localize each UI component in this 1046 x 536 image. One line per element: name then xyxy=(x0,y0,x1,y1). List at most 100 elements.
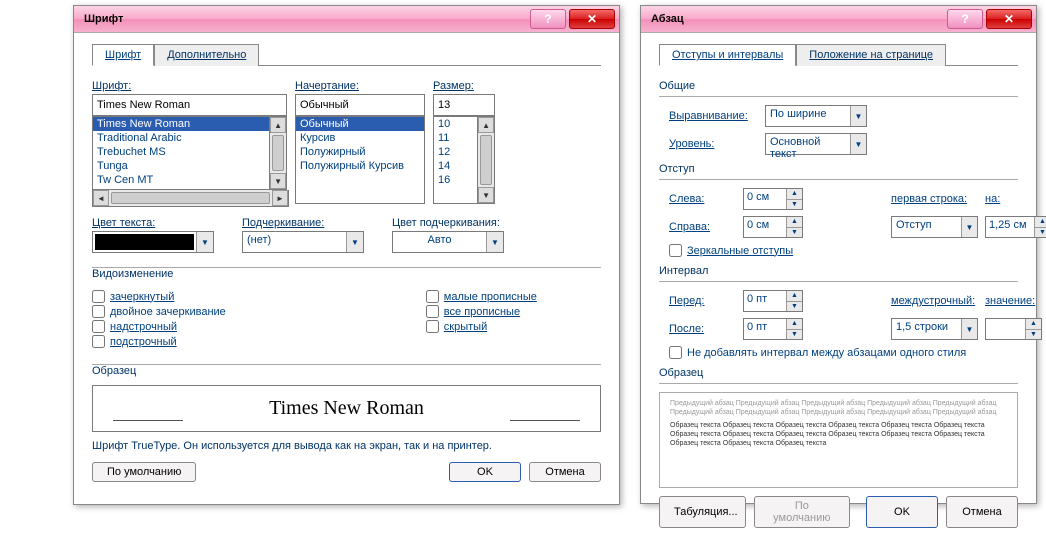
style-input[interactable] xyxy=(295,94,425,116)
no-space-same-style-checkbox[interactable] xyxy=(669,346,682,359)
underline-label: Подчеркивание: xyxy=(242,217,362,229)
superscript-label: надстрочный xyxy=(110,321,177,333)
all-caps-checkbox[interactable] xyxy=(426,305,439,318)
font-list[interactable]: Times New Roman Traditional Arabic Trebu… xyxy=(92,116,270,190)
tab-indents[interactable]: Отступы и интервалы xyxy=(659,44,796,66)
text-color-combo[interactable]: ▼ xyxy=(92,231,214,253)
spin-down-icon[interactable]: ▼ xyxy=(787,330,802,340)
tab-font[interactable]: Шрифт xyxy=(92,44,154,66)
on-spinner[interactable]: 1,25 см ▲▼ xyxy=(985,216,1046,238)
subscript-checkbox[interactable] xyxy=(92,335,105,348)
scroll-thumb[interactable] xyxy=(111,192,270,204)
style-label: Начертание: xyxy=(295,80,425,92)
list-item[interactable]: 10 xyxy=(434,117,477,131)
list-item[interactable]: 12 xyxy=(434,145,477,159)
spin-down-icon[interactable]: ▼ xyxy=(787,302,802,312)
list-item[interactable]: Times New Roman xyxy=(93,117,269,131)
scrollbar-h[interactable]: ◄ ► xyxy=(92,190,289,207)
size-list[interactable]: 10 11 12 14 16 xyxy=(433,116,478,204)
chevron-down-icon[interactable]: ▼ xyxy=(346,232,363,252)
paragraph-preview: Предыдущий абзац Предыдущий абзац Предыд… xyxy=(659,392,1018,488)
spin-up-icon[interactable]: ▲ xyxy=(787,189,802,200)
linespacing-value-spinner[interactable]: ▲▼ xyxy=(985,318,1042,340)
titlebar[interactable]: Шрифт ? ✕ xyxy=(74,6,619,33)
tab-advanced[interactable]: Дополнительно xyxy=(154,44,259,66)
align-combo[interactable]: По ширине ▼ xyxy=(765,105,867,127)
double-strike-label: двойное зачеркивание xyxy=(110,306,226,318)
list-item[interactable]: 14 xyxy=(434,159,477,173)
chevron-down-icon[interactable]: ▼ xyxy=(961,319,977,339)
scrollbar[interactable]: ▲ ▼ xyxy=(478,116,495,204)
list-item[interactable]: Полужирный xyxy=(296,145,424,159)
paragraph-dialog: Абзац ? ✕ Отступы и интервалы Положение … xyxy=(640,5,1037,504)
chevron-down-icon[interactable]: ▼ xyxy=(486,232,503,252)
after-spinner[interactable]: 0 пт ▲▼ xyxy=(743,318,803,340)
default-button[interactable]: По умолчанию xyxy=(92,462,196,482)
spin-down-icon[interactable]: ▼ xyxy=(1026,330,1041,340)
font-input[interactable] xyxy=(92,94,287,116)
scroll-thumb[interactable] xyxy=(272,135,284,171)
scroll-down-icon[interactable]: ▼ xyxy=(478,187,494,203)
underline-color-combo[interactable]: Авто ▼ xyxy=(392,231,504,253)
linespacing-combo[interactable]: 1,5 строки ▼ xyxy=(891,318,978,340)
right-spinner[interactable]: 0 см ▲▼ xyxy=(743,216,803,238)
spin-up-icon[interactable]: ▲ xyxy=(787,217,802,228)
default-button[interactable]: По умолчанию xyxy=(754,496,850,528)
ok-button[interactable]: OK xyxy=(449,462,521,482)
cancel-button[interactable]: Отмена xyxy=(946,496,1018,528)
scrollbar[interactable]: ▲ ▼ xyxy=(270,116,287,190)
list-item[interactable]: Traditional Arabic xyxy=(93,131,269,145)
firstline-combo[interactable]: Отступ ▼ xyxy=(891,216,978,238)
left-spinner[interactable]: 0 см ▲▼ xyxy=(743,188,803,210)
list-item[interactable]: Полужирный Курсив xyxy=(296,159,424,173)
size-input[interactable] xyxy=(433,94,495,116)
style-list[interactable]: Обычный Курсив Полужирный Полужирный Кур… xyxy=(295,116,425,204)
scroll-right-icon[interactable]: ► xyxy=(272,190,288,206)
scroll-thumb[interactable] xyxy=(480,135,492,185)
level-combo[interactable]: Основной текст ▼ xyxy=(765,133,867,155)
spin-up-icon[interactable]: ▲ xyxy=(1026,319,1041,330)
hidden-checkbox[interactable] xyxy=(426,320,439,333)
list-item[interactable]: 16 xyxy=(434,173,477,187)
list-item[interactable]: 11 xyxy=(434,131,477,145)
small-caps-checkbox[interactable] xyxy=(426,290,439,303)
spin-down-icon[interactable]: ▼ xyxy=(787,200,802,210)
superscript-checkbox[interactable] xyxy=(92,320,105,333)
strike-checkbox[interactable] xyxy=(92,290,105,303)
spin-down-icon[interactable]: ▼ xyxy=(1035,228,1046,238)
list-item[interactable]: Tunga xyxy=(93,159,269,173)
on-label: на: xyxy=(985,193,1015,205)
scroll-left-icon[interactable]: ◄ xyxy=(93,190,109,206)
scroll-up-icon[interactable]: ▲ xyxy=(478,117,494,133)
level-label: Уровень: xyxy=(669,138,759,150)
chevron-down-icon[interactable]: ▼ xyxy=(850,134,866,154)
scroll-up-icon[interactable]: ▲ xyxy=(270,117,286,133)
spin-down-icon[interactable]: ▼ xyxy=(787,228,802,238)
underline-combo[interactable]: (нет) ▼ xyxy=(242,231,364,253)
list-item[interactable]: Tw Cen MT xyxy=(93,173,269,187)
tab-position[interactable]: Положение на странице xyxy=(796,44,946,66)
scroll-down-icon[interactable]: ▼ xyxy=(270,173,286,189)
before-spinner[interactable]: 0 пт ▲▼ xyxy=(743,290,803,312)
double-strike-checkbox[interactable] xyxy=(92,305,105,318)
close-button[interactable]: ✕ xyxy=(986,9,1032,29)
chevron-down-icon[interactable]: ▼ xyxy=(850,106,866,126)
tabulation-button[interactable]: Табуляция... xyxy=(659,496,746,528)
cancel-button[interactable]: Отмена xyxy=(529,462,601,482)
list-item[interactable]: Trebuchet MS xyxy=(93,145,269,159)
list-item[interactable]: Курсив xyxy=(296,131,424,145)
titlebar[interactable]: Абзац ? ✕ xyxy=(641,6,1036,33)
help-button[interactable]: ? xyxy=(947,9,983,29)
subscript-label: подстрочный xyxy=(110,336,177,348)
chevron-down-icon[interactable]: ▼ xyxy=(196,232,213,252)
chevron-down-icon[interactable]: ▼ xyxy=(961,217,977,237)
help-button[interactable]: ? xyxy=(530,9,566,29)
spin-up-icon[interactable]: ▲ xyxy=(787,291,802,302)
firstline-label: первая строка: xyxy=(891,193,981,205)
spin-up-icon[interactable]: ▲ xyxy=(1035,217,1046,228)
ok-button[interactable]: OK xyxy=(866,496,938,528)
mirror-indent-checkbox[interactable] xyxy=(669,244,682,257)
list-item[interactable]: Обычный xyxy=(296,117,424,131)
close-button[interactable]: ✕ xyxy=(569,9,615,29)
spin-up-icon[interactable]: ▲ xyxy=(787,319,802,330)
